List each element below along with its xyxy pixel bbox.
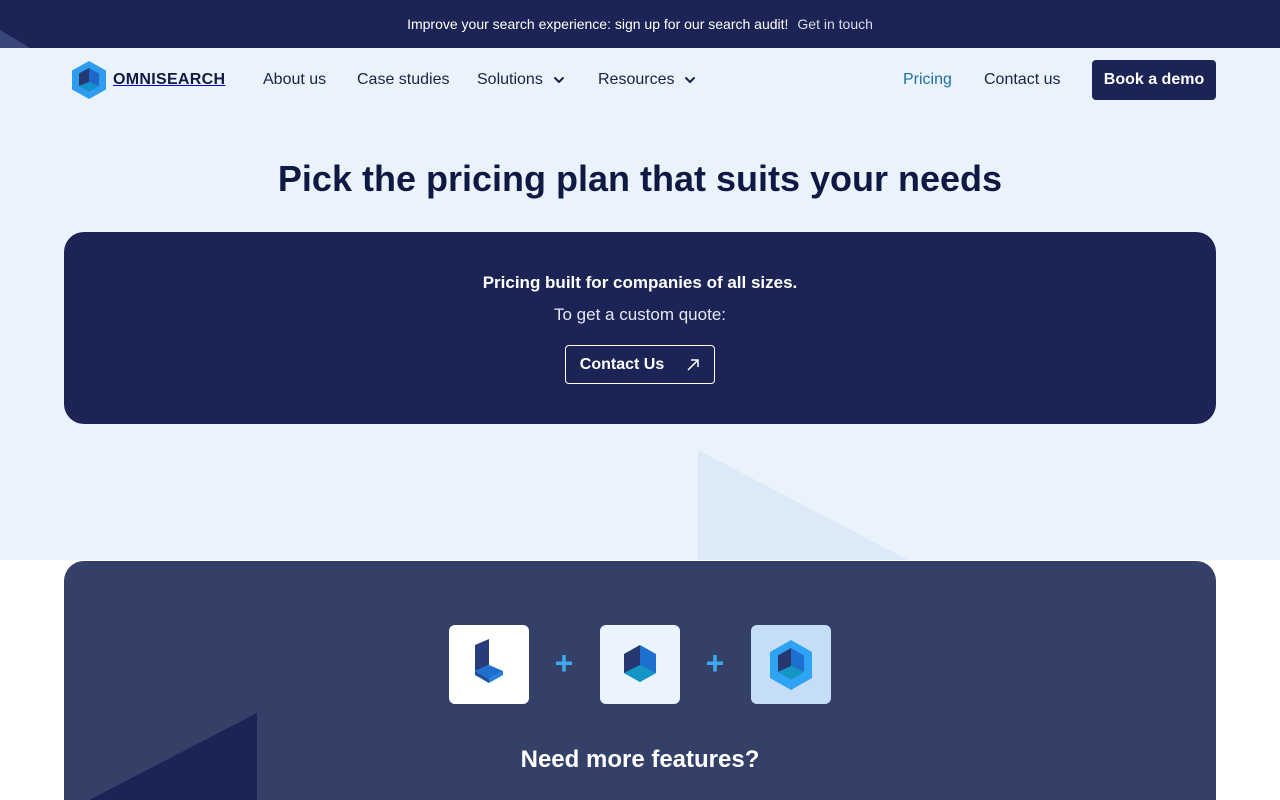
plus-icon: + <box>705 644 725 681</box>
brand-logo-link[interactable]: OMNISEARCH <box>70 60 225 100</box>
nav-item-about-us[interactable]: About us <box>263 68 326 92</box>
get-in-touch-link[interactable]: Get in touch <box>797 16 873 32</box>
product-tile-2 <box>600 625 680 704</box>
chevron-down-icon <box>553 77 564 83</box>
plus-icon: + <box>554 644 574 681</box>
product-cube-icon <box>624 644 656 682</box>
quote-card-title: Pricing built for companies of all sizes… <box>482 273 798 292</box>
nav-item-label: Solutions <box>477 71 543 88</box>
hero-decoration-triangle <box>698 450 908 560</box>
hexagon-cube-logo-icon <box>72 61 106 99</box>
announcement-message: Improve your search experience: sign up … <box>407 16 789 32</box>
product-tile-1 <box>449 625 529 704</box>
nav-item-label: About us <box>263 71 327 88</box>
book-demo-button[interactable]: Book a demo <box>1092 60 1216 100</box>
product-hexagon-cube-icon <box>770 639 812 690</box>
nav-item-case-studies[interactable]: Case studies <box>357 68 450 92</box>
more-features-section: + + Need more features? <box>64 561 1216 800</box>
features-heading: Need more features? <box>520 746 760 773</box>
nav-item-label: Case studies <box>357 71 450 88</box>
chevron-down-icon <box>685 77 696 83</box>
main-nav: OMNISEARCH About us Case studies Solutio… <box>0 48 1280 112</box>
nav-item-solutions[interactable]: Solutions <box>477 68 565 92</box>
nav-item-pricing[interactable]: Pricing <box>903 68 952 92</box>
custom-quote-card: Pricing built for companies of all sizes… <box>64 232 1216 424</box>
announcement-decoration <box>0 30 30 48</box>
page-title: Pick the pricing plan that suits your ne… <box>277 158 1003 199</box>
arrow-up-right-icon <box>687 358 699 371</box>
announcement-bar: Improve your search experience: sign up … <box>0 0 1280 48</box>
product-tile-3 <box>751 625 831 704</box>
brand-name: OMNISEARCH <box>113 71 226 88</box>
nav-item-label: Resources <box>598 71 675 88</box>
quote-card-subtitle: To get a custom quote: <box>554 305 726 324</box>
contact-us-button[interactable]: Contact Us <box>565 345 715 384</box>
product-base-icon <box>475 638 503 683</box>
contact-us-button-label: Contact Us <box>579 355 665 373</box>
nav-item-contact-us[interactable]: Contact us <box>984 68 1060 92</box>
nav-item-resources[interactable]: Resources <box>598 68 696 92</box>
